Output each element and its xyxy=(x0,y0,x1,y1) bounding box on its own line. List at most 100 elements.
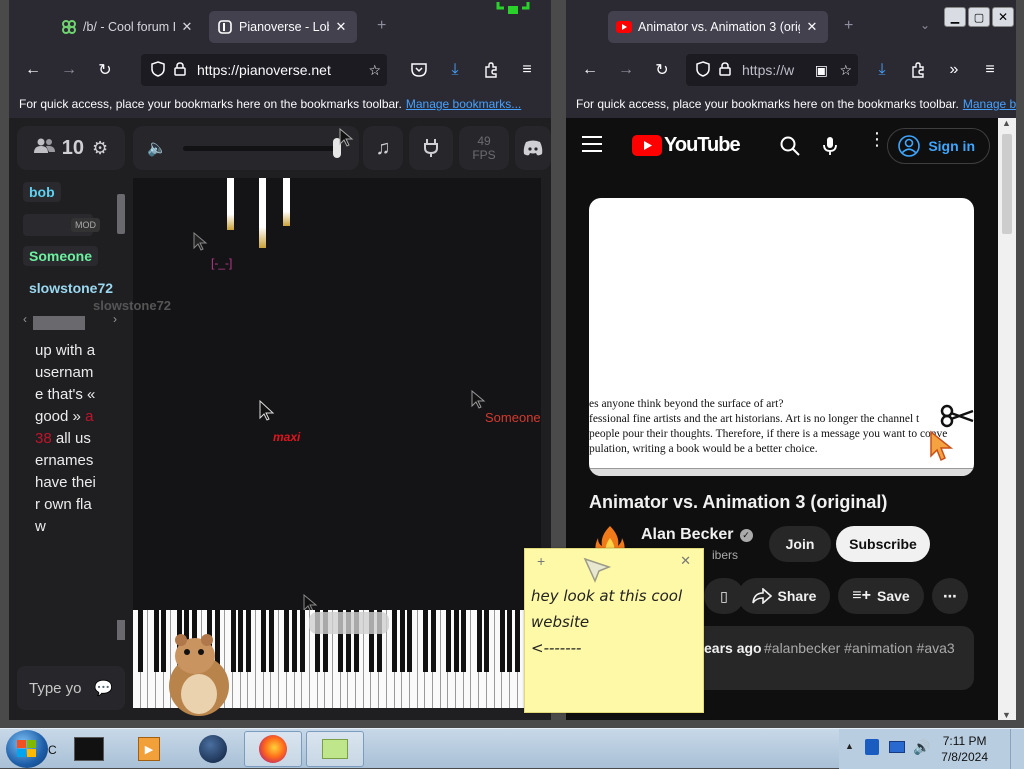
close-window-icon[interactable]: ✕ xyxy=(992,7,1014,27)
taskbar-app-globe[interactable] xyxy=(184,731,242,767)
pocket-icon[interactable] xyxy=(405,56,433,84)
taskbar-app-media[interactable]: ▶ xyxy=(120,731,178,767)
discord-icon[interactable] xyxy=(515,126,551,170)
tray-expand-icon[interactable]: ▲ xyxy=(845,741,854,751)
music-note-icon[interactable]: ♫ xyxy=(363,126,403,170)
channel-name[interactable]: Alan Becker ✓ xyxy=(641,526,753,544)
tab-youtube[interactable]: Animator vs. Animation 3 (origi ✕ xyxy=(608,11,828,43)
bookmark-star-icon[interactable]: ☆ xyxy=(839,62,852,79)
black-key[interactable] xyxy=(292,610,298,672)
black-key[interactable] xyxy=(392,610,398,672)
tab-list-icon[interactable]: ⌄ xyxy=(920,18,930,32)
black-key[interactable] xyxy=(238,610,244,672)
forward-icon[interactable]: → xyxy=(612,56,640,84)
url-bar[interactable]: https://w ▣ ☆ xyxy=(686,54,858,86)
sticky-note-text[interactable]: hey look at this cool website <------- xyxy=(531,583,701,661)
show-desktop-button[interactable] xyxy=(1010,729,1024,769)
save-button[interactable]: ≡+ Save xyxy=(838,578,924,614)
black-key[interactable] xyxy=(499,610,505,672)
hashtags[interactable]: #alanbecker #animation #ava3 xyxy=(764,640,955,656)
settings-gear-icon[interactable]: ⚙ xyxy=(92,138,108,159)
page-scrollbar[interactable]: ▲ ▼ xyxy=(998,118,1016,720)
url-bar[interactable]: https://pianoverse.net ☆ xyxy=(141,54,387,86)
overflow-chevron-icon[interactable]: » xyxy=(940,56,968,84)
volume-tray-icon[interactable]: 🔊 xyxy=(913,739,930,756)
new-tab-icon[interactable]: + xyxy=(377,17,386,35)
black-key[interactable] xyxy=(153,610,159,672)
black-key[interactable] xyxy=(484,610,490,672)
chat-input[interactable]: Type yo 💬 xyxy=(17,666,125,710)
network-icon[interactable] xyxy=(889,741,905,753)
more-options-icon[interactable]: ⋮ xyxy=(868,130,886,148)
lock-icon[interactable] xyxy=(714,61,736,79)
shield-icon[interactable] xyxy=(692,60,714,80)
forward-icon[interactable]: → xyxy=(55,56,83,84)
close-tab-icon[interactable]: ✕ xyxy=(333,19,349,35)
taskbar-app-sticky-notes[interactable] xyxy=(306,731,364,767)
manage-bookmarks-link[interactable]: Manage bo xyxy=(963,97,1016,111)
lock-icon[interactable] xyxy=(169,61,191,79)
microphone-icon[interactable] xyxy=(823,136,837,156)
black-key[interactable] xyxy=(138,610,144,672)
black-key[interactable] xyxy=(430,610,436,672)
user-count-button[interactable]: 10 ⚙ xyxy=(17,126,125,170)
volume-slider-track[interactable] xyxy=(183,146,339,151)
black-key[interactable] xyxy=(422,610,428,672)
reload-icon[interactable]: ↻ xyxy=(648,56,676,84)
black-key[interactable] xyxy=(245,610,251,672)
black-key[interactable] xyxy=(407,610,413,672)
close-note-icon[interactable]: ✕ xyxy=(680,553,691,569)
black-key[interactable] xyxy=(461,610,467,672)
download-icon[interactable]: ⤓ xyxy=(868,56,896,84)
user-entry[interactable]: slowstone72 xyxy=(23,278,119,298)
close-tab-icon[interactable]: ✕ xyxy=(179,19,195,35)
download-icon[interactable]: ⤓ xyxy=(441,56,469,84)
menu-icon[interactable]: ≡ xyxy=(513,56,541,84)
black-key[interactable] xyxy=(507,610,513,672)
start-button[interactable] xyxy=(6,730,48,768)
add-note-icon[interactable]: + xyxy=(537,553,545,569)
back-icon[interactable]: ← xyxy=(576,56,604,84)
extensions-icon[interactable] xyxy=(904,56,932,84)
picture-in-picture-icon[interactable]: ▣ xyxy=(815,62,828,79)
volume-control[interactable]: 🔈 xyxy=(133,126,359,170)
extensions-icon[interactable] xyxy=(477,56,505,84)
reload-icon[interactable]: ↻ xyxy=(91,56,119,84)
black-key[interactable] xyxy=(299,610,305,672)
search-icon[interactable] xyxy=(780,136,800,156)
sign-in-button[interactable]: Sign in xyxy=(887,128,990,164)
close-tab-icon[interactable]: ✕ xyxy=(804,19,820,35)
subscribe-button[interactable]: Subscribe xyxy=(836,526,930,562)
black-key[interactable] xyxy=(268,610,274,672)
user-entry[interactable]: Someone xyxy=(23,246,99,266)
clock[interactable]: 7:11 PM 7/8/2024 xyxy=(941,733,988,765)
sticky-note[interactable]: + ✕ hey look at this cool website <-----… xyxy=(524,548,704,713)
tab-cool-forum[interactable]: /b/ - Cool forum I ✕ xyxy=(53,11,203,43)
bookmark-star-icon[interactable]: ☆ xyxy=(368,62,381,79)
maximize-icon[interactable]: ▢ xyxy=(968,7,990,27)
hamburger-menu-icon[interactable] xyxy=(582,136,602,152)
back-icon[interactable]: ← xyxy=(19,56,47,84)
black-key[interactable] xyxy=(445,610,451,672)
shield-icon[interactable] xyxy=(147,60,169,80)
minimize-icon[interactable]: ▁ xyxy=(944,7,966,27)
black-key[interactable] xyxy=(399,610,405,672)
youtube-logo[interactable]: YouTube xyxy=(632,134,741,157)
chat-scrollbar[interactable] xyxy=(117,328,125,658)
volume-icon[interactable]: 🔈 xyxy=(147,138,167,158)
tab-pianoverse[interactable]: Pianoverse - Lobb ✕ xyxy=(209,11,357,43)
user-entry[interactable]: bob xyxy=(23,182,61,202)
manage-bookmarks-link[interactable]: Manage bookmarks... xyxy=(406,97,521,111)
black-key[interactable] xyxy=(515,610,521,672)
video-player[interactable]: es anyone think beyond the surface of ar… xyxy=(589,198,974,476)
black-key[interactable] xyxy=(261,610,267,672)
plug-icon[interactable] xyxy=(409,126,453,170)
taskbar-app-firefox[interactable] xyxy=(244,731,302,767)
more-actions-button[interactable]: ⋯ xyxy=(932,578,968,614)
join-button[interactable]: Join xyxy=(769,526,831,562)
taskbar-app-terminal[interactable] xyxy=(60,731,118,767)
black-key[interactable] xyxy=(284,610,290,672)
tray-app-icon[interactable] xyxy=(865,739,879,755)
new-tab-icon[interactable]: + xyxy=(844,17,853,35)
black-key[interactable] xyxy=(476,610,482,672)
